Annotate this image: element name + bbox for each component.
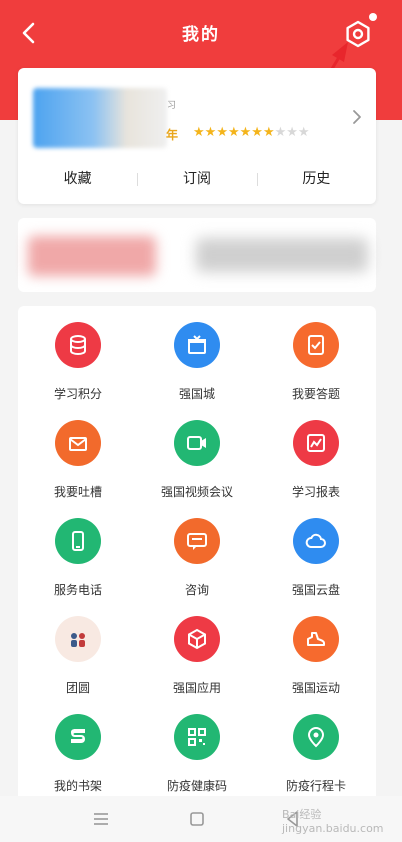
grid-item[interactable]: 我要吐槽: [18, 404, 138, 499]
blurred-banner-right: [196, 238, 368, 272]
grid-item[interactable]: 学习积分: [18, 306, 138, 401]
star-icon: ★: [216, 125, 228, 140]
star-icon: ★: [227, 125, 240, 140]
grid-item-label: 服务电话: [53, 583, 102, 597]
quick-tabs: 收藏 订阅 历史: [18, 164, 376, 194]
grid-item-label: 团圆: [65, 681, 90, 695]
avatar[interactable]: [33, 88, 167, 148]
grid-item-label: 我要吐槽: [53, 485, 102, 499]
tab-subscriptions[interactable]: 订阅: [137, 164, 256, 194]
grid-item[interactable]: 防疫健康码: [137, 698, 257, 793]
home-icon[interactable]: [184, 806, 210, 832]
grid-item-label: 强国云盘: [291, 583, 340, 597]
grid-item-label: 强国应用: [172, 681, 221, 695]
star-icon: ★: [251, 125, 263, 140]
reunion-icon: [55, 616, 101, 662]
star-icon: ★: [239, 125, 252, 140]
profile-year-label: 年: [166, 128, 179, 142]
grid-item[interactable]: 我要答题: [256, 306, 376, 401]
video-icon: [174, 420, 220, 466]
grid-item-label: 强国运动: [291, 681, 340, 695]
shoe-icon: [293, 616, 339, 662]
grid-item[interactable]: 强国应用: [137, 600, 257, 695]
watermark: Bai经验 jingyan.baidu.com: [282, 808, 384, 835]
grid-item[interactable]: 学习报表: [256, 404, 376, 499]
menu-icon[interactable]: [88, 806, 114, 832]
grid-item-label: 强国城: [178, 387, 215, 401]
cube-icon: [174, 616, 220, 662]
settings-icon[interactable]: [340, 16, 376, 52]
answer-icon: [293, 322, 339, 368]
qrcode-icon: [174, 714, 220, 760]
star-icon: ★: [204, 125, 217, 140]
database-icon: [55, 322, 101, 368]
blurred-banner-left: [28, 236, 156, 276]
bookshelf-icon: [55, 714, 101, 760]
tab-history[interactable]: 历史: [256, 164, 376, 194]
grid-item-label: 防疫行程卡: [285, 779, 346, 793]
grid-item[interactable]: 防疫行程卡: [256, 698, 376, 793]
profile-card[interactable]: 习 年 ★★★★★★★★★★ 收藏 订阅 历史: [18, 68, 376, 204]
grid-item-label: 我的书架: [53, 779, 102, 793]
tab-favorites[interactable]: 收藏: [18, 164, 137, 194]
gift-icon: [174, 322, 220, 368]
grid-item[interactable]: 强国云盘: [256, 502, 376, 597]
chat-icon: [174, 518, 220, 564]
grid-item[interactable]: 强国视频会议: [137, 404, 257, 499]
chevron-right-icon[interactable]: [350, 108, 364, 126]
grid-item[interactable]: 咨询: [137, 502, 257, 597]
grid-item[interactable]: 我的书架: [18, 698, 138, 793]
cloud-icon: [293, 518, 339, 564]
grid-item[interactable]: 强国运动: [256, 600, 376, 695]
grid-item-label: 学习积分: [53, 387, 102, 401]
star-icon: ★: [286, 125, 298, 140]
grid-item[interactable]: 团圆: [18, 600, 138, 695]
star-icon: ★: [193, 125, 205, 140]
grid-item-label: 学习报表: [291, 485, 340, 499]
my-page: 我的 习 年 ★★★★★★★★★★ 收藏 订阅 历史 学习积分 强国城 我要答题 我要…: [0, 0, 402, 842]
banner-card[interactable]: [18, 218, 376, 292]
grid-item-label: 咨询: [184, 583, 209, 597]
star-icon: ★: [274, 125, 287, 140]
mail-icon: [55, 420, 101, 466]
grid-item-label: 防疫健康码: [166, 779, 227, 793]
phone-icon: [55, 518, 101, 564]
report-icon: [293, 420, 339, 466]
notification-dot: [369, 13, 377, 21]
feature-grid: 学习积分 强国城 我要答题我要吐槽 强国视频会议 学习报表服务电话 咨询 强国云盘团圆 强国应…: [18, 306, 376, 806]
star-icon: ★: [297, 125, 310, 140]
grid-item[interactable]: 服务电话: [18, 502, 138, 597]
location-icon: [293, 714, 339, 760]
grid-item-label: 我要答题: [291, 387, 340, 401]
grid-item[interactable]: 强国城: [137, 306, 257, 401]
profile-small-mark: 习: [167, 101, 177, 111]
star-icon: ★: [262, 125, 275, 140]
grid-item-label: 强国视频会议: [160, 485, 233, 499]
rating-stars: ★★★★★★★★★★: [193, 125, 310, 140]
